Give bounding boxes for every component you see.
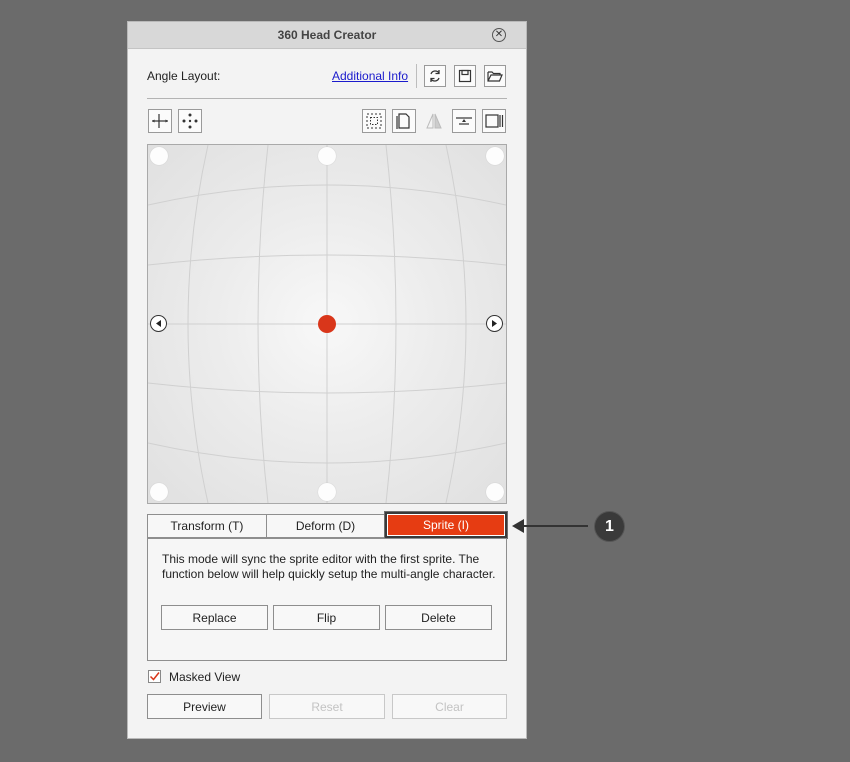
callout-arrowhead	[512, 519, 524, 533]
move-axis-button[interactable]	[148, 109, 172, 133]
masked-view-checkbox[interactable]	[148, 670, 161, 683]
duplicate-button[interactable]	[392, 109, 416, 133]
preview-button[interactable]: Preview	[147, 694, 262, 719]
reset-button[interactable]: Reset	[269, 694, 385, 719]
control-point-top-center[interactable]	[318, 147, 336, 165]
replace-button[interactable]: Replace	[161, 605, 268, 630]
sync-icon	[430, 70, 440, 82]
left-arrow-icon	[156, 320, 161, 327]
select-region-icon	[366, 113, 382, 129]
header-separator	[147, 98, 507, 99]
duplicate-icon	[396, 113, 410, 129]
select-region-button[interactable]	[362, 109, 386, 133]
align-center-icon	[456, 117, 472, 125]
callout-badge: 1	[595, 512, 624, 541]
delete-button[interactable]: Delete	[385, 605, 492, 630]
tab-sprite[interactable]: Sprite (I)	[385, 512, 507, 538]
right-arrow-button[interactable]	[486, 315, 503, 332]
panel-layout-icon	[485, 114, 504, 128]
move-axis-icon	[152, 114, 168, 128]
control-point-top-left[interactable]	[150, 147, 168, 165]
save-icon	[458, 69, 472, 83]
move-points-icon	[182, 113, 198, 129]
control-point-top-right[interactable]	[486, 147, 504, 165]
checkmark-icon	[149, 672, 160, 681]
flip-button[interactable]: Flip	[273, 605, 380, 630]
close-icon[interactable]: ✕	[492, 28, 506, 42]
clear-button[interactable]: Clear	[392, 694, 507, 719]
masked-view-label: Masked View	[169, 670, 241, 684]
sprite-mode-description: This mode will sync the sprite editor wi…	[162, 552, 496, 581]
tab-transform[interactable]: Transform (T)	[147, 514, 267, 538]
tab-deform[interactable]: Deform (D)	[266, 514, 385, 538]
center-angle-point[interactable]	[318, 315, 336, 333]
sprite-tab-panel: This mode will sync the sprite editor wi…	[147, 538, 507, 661]
head-creator-panel: 360 Head Creator ✕ Angle Layout: Additio…	[127, 21, 527, 739]
control-point-bottom-left[interactable]	[150, 483, 168, 501]
title-bar[interactable]: 360 Head Creator ✕	[128, 22, 526, 49]
control-point-bottom-center[interactable]	[318, 483, 336, 501]
right-arrow-icon	[492, 320, 497, 327]
window-title: 360 Head Creator	[277, 28, 377, 42]
align-center-button[interactable]	[452, 109, 476, 133]
save-button[interactable]	[454, 65, 476, 87]
left-arrow-button[interactable]	[150, 315, 167, 332]
control-point-bottom-right[interactable]	[486, 483, 504, 501]
open-folder-button[interactable]	[484, 65, 506, 87]
sync-button[interactable]	[424, 65, 446, 87]
open-folder-icon	[487, 71, 503, 82]
panel-layout-button[interactable]	[482, 109, 506, 133]
mirror-button[interactable]	[422, 109, 446, 133]
header-divider	[416, 64, 417, 88]
angle-layout-viewport[interactable]	[147, 144, 507, 504]
additional-info-link[interactable]: Additional Info	[332, 69, 408, 83]
mirror-icon	[426, 113, 442, 129]
callout-line	[520, 525, 588, 527]
angle-layout-label: Angle Layout:	[147, 69, 221, 83]
move-points-button[interactable]	[178, 109, 202, 133]
